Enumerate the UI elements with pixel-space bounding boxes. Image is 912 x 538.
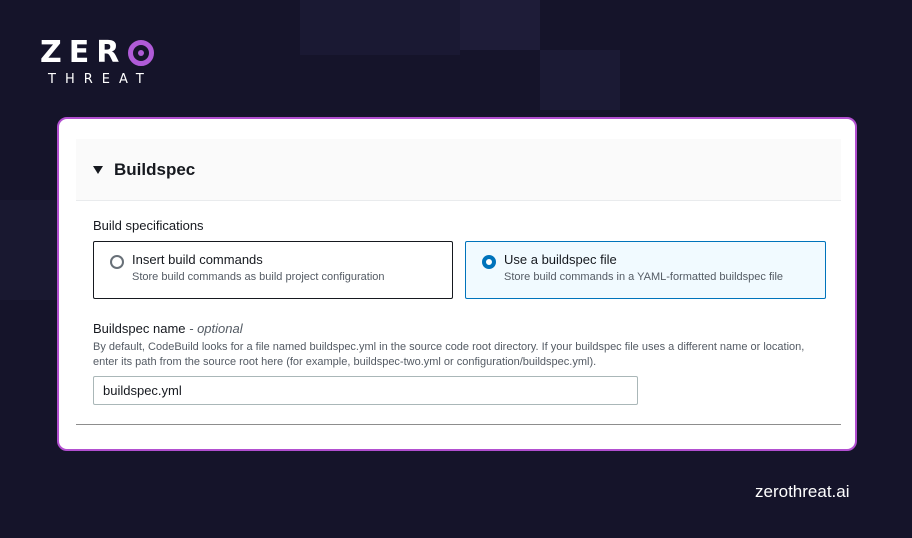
option-title: Insert build commands (132, 252, 263, 267)
option-insert-build-commands[interactable]: Insert build commands Store build comman… (93, 241, 453, 299)
logo-o-icon (128, 40, 155, 66)
brand-logo: ZER THREAT (40, 35, 155, 87)
buildspec-name-label: Buildspec name - optional (93, 321, 243, 336)
buildspec-card: Buildspec Build specifications Insert bu… (57, 117, 857, 451)
logo-subtitle: THREAT (48, 72, 153, 87)
radio-insert-build-commands[interactable] (110, 255, 124, 269)
background-tile (300, 0, 460, 55)
option-description: Store build commands in a YAML-formatted… (504, 271, 784, 283)
option-description: Store build commands as build project co… (132, 271, 385, 283)
logo-wordmark: ZER (40, 35, 127, 70)
website-label: zerothreat.ai (755, 482, 850, 501)
buildspec-panel-header[interactable]: Buildspec (76, 139, 841, 201)
background-tile (460, 0, 540, 50)
buildspec-name-description: By default, CodeBuild looks for a file n… (93, 341, 805, 368)
optional-tag: - optional (189, 321, 243, 336)
background-tile (540, 50, 620, 110)
caret-down-icon[interactable] (93, 165, 103, 174)
panel-title: Buildspec (114, 159, 196, 179)
radio-use-buildspec-file[interactable] (482, 255, 496, 269)
build-specifications-label: Build specifications (93, 218, 204, 233)
buildspec-name-label-text: Buildspec name (93, 321, 186, 336)
option-title: Use a buildspec file (504, 252, 617, 267)
section-divider (76, 424, 841, 425)
background-tile (0, 200, 57, 300)
option-use-buildspec-file[interactable]: Use a buildspec file Store build command… (465, 241, 826, 299)
buildspec-name-input[interactable] (93, 376, 638, 405)
